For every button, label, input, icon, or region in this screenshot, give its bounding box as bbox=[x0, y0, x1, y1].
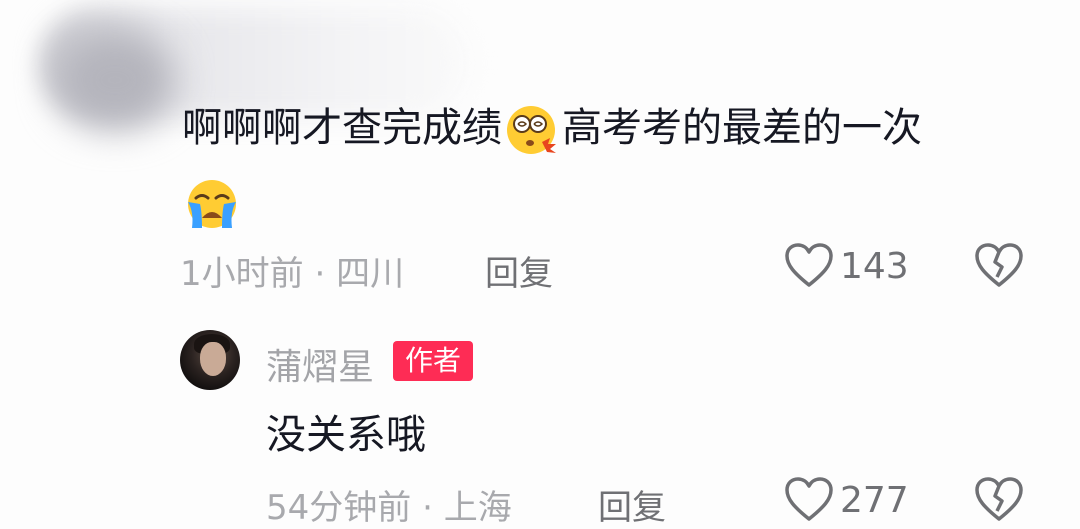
comment-text-part-1: 啊啊啊才查完成绩 bbox=[182, 105, 502, 151]
comment-meta: 1小时前 · 四川 bbox=[180, 246, 404, 295]
reply-text: 没关系哦 bbox=[266, 412, 426, 458]
reply-meta: 54分钟前 · 上海 bbox=[266, 480, 512, 529]
comment-text-part-2: 高考考的最差的一次 bbox=[562, 105, 922, 151]
heart-outline-icon bbox=[785, 477, 833, 521]
comment-like-button[interactable]: 143 bbox=[784, 243, 909, 289]
dizzy-face-emoji bbox=[507, 106, 556, 154]
meta-separator: · bbox=[314, 254, 337, 294]
author-avatar[interactable] bbox=[180, 330, 240, 390]
blurred-avatar bbox=[55, 30, 175, 130]
reply-time: 54分钟前 bbox=[266, 488, 412, 528]
reply-location: 上海 bbox=[443, 488, 512, 528]
comment-reply-button[interactable]: 回复 bbox=[485, 246, 553, 295]
reply-dislike-button[interactable] bbox=[974, 477, 1024, 527]
comment-like-count: 143 bbox=[840, 245, 909, 287]
comment-time: 1小时前 bbox=[180, 254, 304, 294]
author-name[interactable]: 蒲熠星 bbox=[266, 338, 374, 390]
comment-dislike-button[interactable] bbox=[974, 243, 1024, 293]
reply-like-count: 277 bbox=[840, 479, 909, 521]
meta-separator: · bbox=[422, 488, 444, 528]
broken-heart-outline-icon bbox=[975, 243, 1023, 287]
comment-location: 四川 bbox=[336, 254, 405, 294]
loudly-crying-face-emoji bbox=[188, 180, 236, 228]
heart-outline-icon bbox=[785, 243, 833, 287]
broken-heart-outline-icon bbox=[975, 477, 1023, 521]
author-badge: 作者 bbox=[393, 341, 474, 381]
comment-text: 啊啊啊才查完成绩 高考考的最差的一次 bbox=[182, 92, 1022, 236]
reply-like-button[interactable]: 277 bbox=[784, 477, 909, 523]
reply-reply-button[interactable]: 回复 bbox=[598, 480, 666, 529]
